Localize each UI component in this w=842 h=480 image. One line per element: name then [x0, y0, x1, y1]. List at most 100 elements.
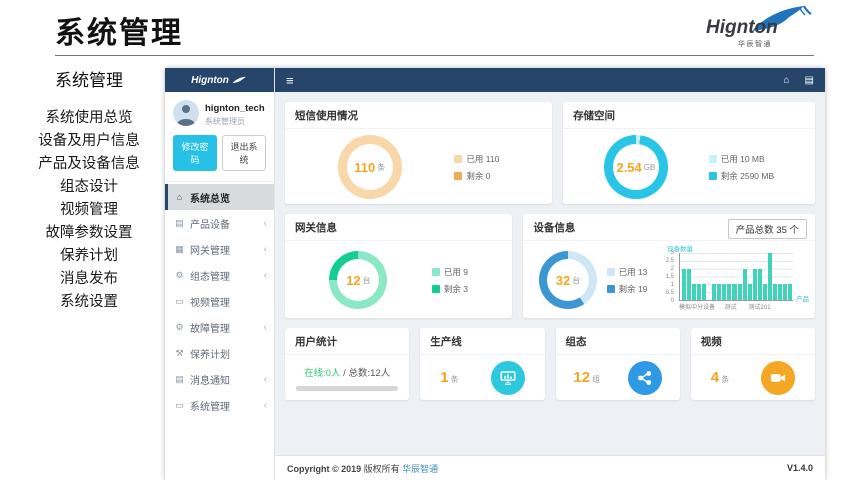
book-icon: ▤	[174, 374, 185, 385]
device-legend: 已用 13 剩余 19	[607, 266, 648, 295]
bar	[717, 284, 721, 300]
chevron-left-icon: ‹	[264, 270, 267, 281]
left-menu-item: 组态设计	[18, 176, 160, 199]
sidebar-item-label: 系统管理	[190, 398, 259, 413]
bar	[732, 284, 736, 300]
top-navbar: ≡ ⌂ ▤	[275, 68, 825, 92]
monitor-icon: ▭	[174, 400, 185, 411]
users-progress-bar	[296, 386, 398, 391]
sms-donut-chart: 110条	[338, 135, 402, 199]
left-menu-item: 故障参数设置	[18, 222, 160, 245]
monitor-icon: ▭	[174, 296, 185, 307]
chevron-left-icon: ‹	[264, 400, 267, 411]
y-tick-label: 2	[671, 266, 674, 272]
user-stats-text: 在线:0人 / 总数:12人	[304, 365, 390, 379]
dashboard-screenshot: Hignton hignton_tech 系统管理员 修改密码 退出系统 ⌂系统…	[165, 68, 825, 480]
bar	[768, 253, 772, 300]
card-title: 视频	[691, 328, 815, 355]
legend-swatch	[709, 172, 717, 180]
legend-swatch	[607, 285, 615, 293]
bar	[712, 284, 716, 300]
chevron-left-icon: ‹	[264, 322, 267, 333]
sidebar-item[interactable]: ▭ 系统管理 ‹	[165, 392, 274, 418]
left-menu-item: 设备及用户信息	[18, 130, 160, 153]
bar	[758, 269, 762, 300]
sidebar-item[interactable]: ▤产品设备‹	[165, 210, 274, 236]
sidebar-item[interactable]: ⚒保养计划	[165, 340, 274, 366]
left-menu-item: 视频管理	[18, 199, 160, 222]
company-link[interactable]: 华辰智通	[402, 464, 438, 474]
device-bars	[682, 253, 792, 300]
y-tick-label: 1.5	[666, 274, 674, 280]
configuration-count: 12组	[573, 369, 600, 387]
card-title: 短信使用情况	[285, 102, 552, 129]
left-menu-item: 保养计划	[18, 245, 160, 268]
legend-swatch	[432, 285, 440, 293]
brand-name: Hignton	[706, 17, 778, 39]
gateway-donut-chart: 12台	[329, 251, 387, 309]
device-bar-chart: 设备数量 32.521.510.50 模拟中分设备测试测试201 产品	[657, 242, 809, 318]
sidebar-menu: ⌂系统总览▤产品设备‹▦网关管理‹⚙组态管理‹▭视频管理⚙故障管理‹⚒保养计划▤…	[165, 182, 274, 480]
card-title: 存储空间	[563, 102, 815, 129]
sidebar-item[interactable]: ⚙组态管理‹	[165, 262, 274, 288]
legend-swatch	[454, 155, 462, 163]
card-device-info: 设备信息 产品总数 35 个 32台 已用 13 剩余 19	[523, 214, 815, 318]
gateway-legend: 已用 9 剩余 3	[432, 266, 468, 295]
document-icon[interactable]: ▤	[805, 75, 814, 86]
left-menu-item: 消息发布	[18, 268, 160, 291]
sidebar-item[interactable]: ▤ 消息通知 ‹	[165, 366, 274, 392]
home-icon[interactable]: ⌂	[784, 75, 790, 86]
legend-swatch	[709, 155, 717, 163]
chevron-left-icon: ‹	[264, 218, 267, 229]
copyright-text: Copyright © 2019 版权所有 华辰智通	[287, 462, 438, 475]
change-password-button[interactable]: 修改密码	[173, 135, 217, 171]
chart-x-axis-label: 产品	[796, 293, 809, 303]
bar	[722, 284, 726, 300]
storage-legend: 已用 10 MB 剩余 2590 MB	[709, 153, 774, 182]
hamburger-menu-icon[interactable]: ≡	[286, 73, 294, 88]
avatar	[173, 100, 199, 126]
username: hignton_tech	[205, 103, 265, 114]
bar	[753, 269, 757, 300]
chevron-left-icon: ‹	[264, 374, 267, 385]
card-title: 网关信息	[285, 214, 512, 241]
main-area: ≡ ⌂ ▤ 短信使用情况 110条	[275, 68, 825, 480]
sidebar-item[interactable]: ▦网关管理‹	[165, 236, 274, 262]
sidebar-item[interactable]: ⚙故障管理‹	[165, 314, 274, 340]
sidebar-item-label: 组态管理	[190, 268, 259, 283]
bar	[682, 269, 686, 300]
share-nodes-icon	[628, 361, 662, 395]
sms-legend: 已用 110 剩余 0	[454, 153, 499, 182]
user-role: 系统管理员	[205, 116, 265, 127]
left-menu-item: 产品及设备信息	[18, 153, 160, 176]
page: 系统管理 Hignton 华辰智通 系统管理 系统使用总览设备及用户信息产品及设…	[0, 0, 842, 480]
dashboard-content: 短信使用情况 110条 已用 110 剩余 0 存储空间	[275, 92, 825, 455]
sidebar: Hignton hignton_tech 系统管理员 修改密码 退出系统 ⌂系统…	[165, 68, 275, 480]
book-icon: ▤	[174, 218, 185, 229]
bar	[697, 284, 701, 300]
y-tick-label: 3	[671, 250, 674, 256]
y-tick-label: 1	[671, 282, 674, 288]
y-tick-label: 0	[671, 298, 674, 304]
bar	[692, 284, 696, 300]
card-title: 组态	[556, 328, 680, 355]
logout-button[interactable]: 退出系统	[222, 135, 266, 171]
hignton-logo: Hignton 华辰智通	[702, 4, 814, 54]
header-divider	[55, 55, 814, 56]
sidebar-item-label: 网关管理	[190, 242, 259, 257]
storage-donut-chart: 2.54GB	[604, 135, 668, 199]
home-icon: ⌂	[174, 192, 185, 202]
production-count: 1条	[440, 369, 458, 387]
sidebar-item[interactable]: ⌂ 系统总览	[165, 184, 274, 210]
antelope-swoosh-icon	[232, 75, 248, 85]
video-camera-icon	[761, 361, 795, 395]
bar	[727, 284, 731, 300]
sidebar-item-label: 系统总览	[190, 190, 267, 205]
user-panel: hignton_tech 系统管理员	[165, 92, 274, 129]
bar	[783, 284, 787, 300]
bar	[687, 269, 691, 300]
sidebar-item-label: 消息通知	[190, 372, 259, 387]
sidebar-item[interactable]: ▭视频管理	[165, 288, 274, 314]
bar	[743, 269, 747, 300]
device-yticks: 32.521.510.50	[657, 250, 677, 304]
